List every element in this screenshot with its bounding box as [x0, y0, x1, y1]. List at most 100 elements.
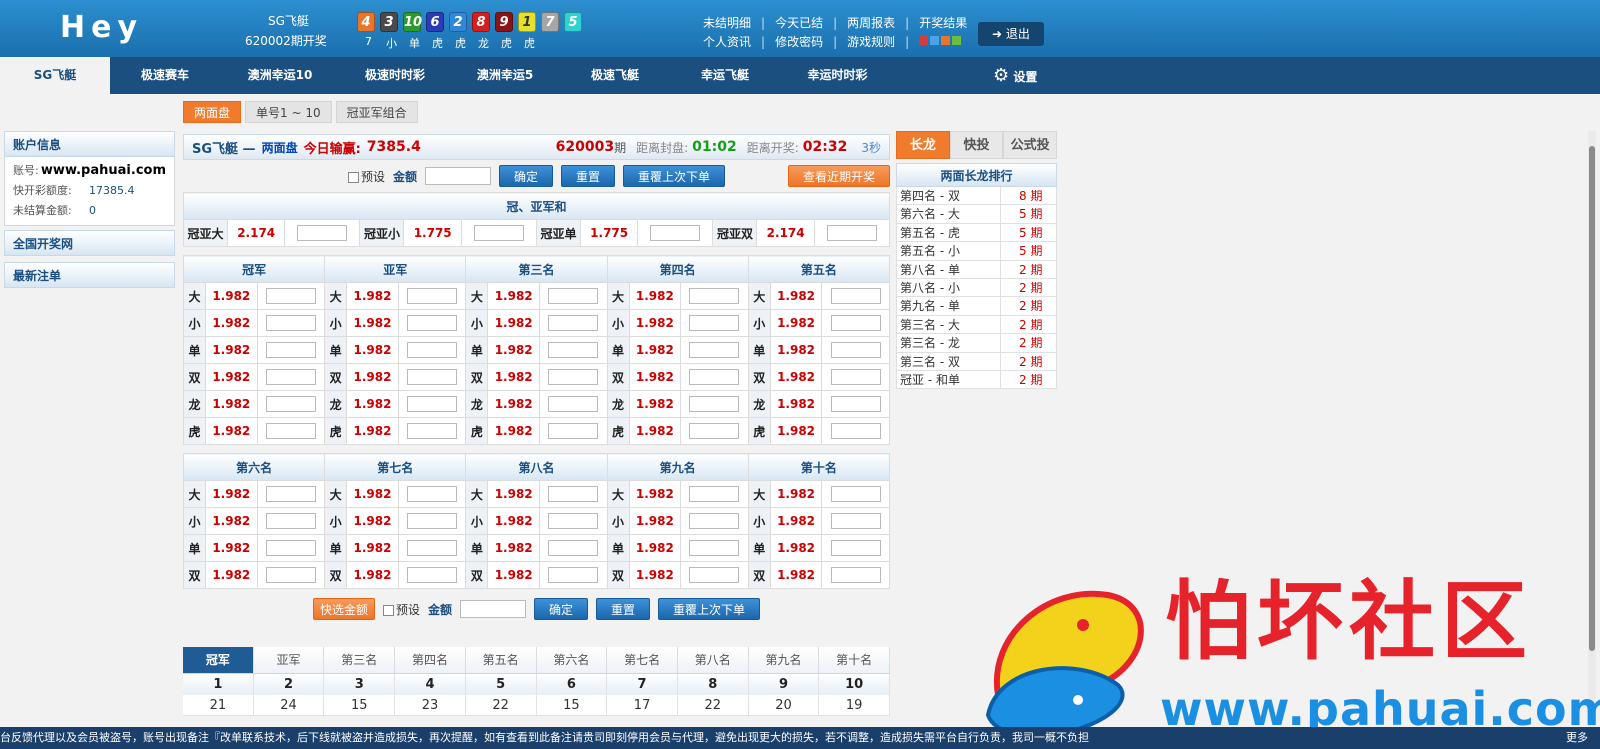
bet-odds[interactable]: 1.982 — [346, 480, 399, 508]
recent-results-button[interactable]: 查看近期开奖 — [787, 165, 890, 187]
bet-odds[interactable]: 1.982 — [346, 417, 399, 445]
bet-odds[interactable]: 1.982 — [487, 480, 540, 508]
bet-odds[interactable]: 1.982 — [205, 363, 258, 391]
sum-bet-amount-input[interactable] — [460, 219, 537, 247]
theme-swatches[interactable] — [919, 33, 977, 50]
bet-odds[interactable]: 1.982 — [628, 390, 682, 418]
bet-odds[interactable]: 1.982 — [487, 390, 540, 418]
bet-odds[interactable]: 1.982 — [628, 480, 682, 508]
bet-amount-input[interactable] — [680, 336, 749, 364]
bet-odds[interactable]: 1.982 — [628, 561, 682, 589]
bet-amount-input[interactable] — [256, 363, 326, 391]
bet-amount-input[interactable] — [680, 561, 749, 589]
sum-bet-amount-input[interactable] — [284, 219, 361, 247]
tab-quick-bet[interactable]: 快投 — [949, 131, 1004, 159]
link-profile[interactable]: 个人资讯 | — [703, 33, 775, 50]
bet-odds[interactable]: 1.982 — [769, 417, 823, 445]
preset-checkbox-bottom[interactable]: 预设 — [382, 601, 420, 618]
bet-odds[interactable]: 1.982 — [628, 507, 682, 535]
subtab-two-sides[interactable]: 两面盘 — [183, 101, 242, 123]
theme-color-swatch[interactable] — [919, 36, 929, 45]
bet-amount-input[interactable] — [680, 534, 749, 562]
tab-formula-bet[interactable]: 公式投 — [1003, 131, 1058, 159]
bet-amount-input[interactable] — [397, 534, 467, 562]
amount-input-bottom[interactable] — [460, 600, 526, 618]
bet-odds[interactable]: 1.982 — [346, 507, 399, 535]
history-tab[interactable]: 第六名 — [536, 647, 608, 673]
bet-odds[interactable]: 1.982 — [769, 363, 823, 391]
bet-odds[interactable]: 1.982 — [346, 390, 399, 418]
bet-odds[interactable]: 1.982 — [346, 282, 399, 310]
bet-odds[interactable]: 1.982 — [487, 336, 540, 364]
bet-odds[interactable]: 1.982 — [487, 561, 540, 589]
link-two-week-report[interactable]: 两周报表 | — [847, 14, 919, 31]
nav-tab-sg-airship[interactable]: SG飞艇 — [0, 57, 110, 94]
bet-odds[interactable]: 1.982 — [487, 309, 540, 337]
bet-odds[interactable]: 1.982 — [205, 417, 258, 445]
bet-odds[interactable]: 1.982 — [487, 417, 540, 445]
bet-odds[interactable]: 1.982 — [769, 309, 823, 337]
nav-tab-speed-ssc[interactable]: 极速时时彩 — [340, 57, 450, 94]
bet-odds[interactable]: 1.982 — [487, 534, 540, 562]
sidebar-link-results-site[interactable]: 全国开奖网 — [4, 230, 175, 256]
bet-amount-input[interactable] — [256, 507, 326, 535]
bet-amount-input[interactable] — [821, 390, 890, 418]
bet-amount-input[interactable] — [397, 417, 467, 445]
bet-odds[interactable]: 1.982 — [487, 282, 540, 310]
settings-button[interactable]: ⚙ 设置 — [993, 57, 1037, 94]
bet-amount-input[interactable] — [539, 390, 608, 418]
logout-button[interactable]: ➜ 退出 — [978, 22, 1044, 46]
bet-odds[interactable]: 1.982 — [487, 507, 540, 535]
bet-odds[interactable]: 1.982 — [346, 534, 399, 562]
bet-amount-input[interactable] — [821, 534, 890, 562]
subtab-single-number[interactable]: 单号1 ~ 10 — [245, 101, 332, 123]
bet-odds[interactable]: 1.982 — [205, 507, 258, 535]
link-today-settled[interactable]: 今天已结 | — [775, 14, 847, 31]
bet-amount-input[interactable] — [821, 417, 890, 445]
history-tab[interactable]: 第九名 — [748, 647, 820, 673]
bet-amount-input[interactable] — [821, 336, 890, 364]
subtab-champion-combo[interactable]: 冠亚军组合 — [335, 101, 418, 123]
nav-tab-lucky-airship[interactable]: 幸运飞艇 — [670, 57, 780, 94]
bet-odds[interactable]: 1.982 — [205, 534, 258, 562]
bet-amount-input[interactable] — [256, 534, 326, 562]
bet-amount-input[interactable] — [256, 390, 326, 418]
bet-amount-input[interactable] — [539, 534, 608, 562]
reset-button[interactable]: 重置 — [561, 165, 616, 187]
bet-amount-input[interactable] — [539, 507, 608, 535]
bet-amount-input[interactable] — [397, 390, 467, 418]
theme-color-swatch[interactable] — [941, 36, 951, 45]
repeat-last-bet-button-bottom[interactable]: 重覆上次下单 — [658, 598, 761, 620]
nav-tab-aus-lucky5[interactable]: 澳洲幸运5 — [450, 57, 560, 94]
bet-odds[interactable]: 1.982 — [628, 363, 682, 391]
bet-amount-input[interactable] — [821, 309, 890, 337]
bet-odds[interactable]: 1.982 — [628, 534, 682, 562]
sum-bet-odds[interactable]: 1.775 — [579, 219, 639, 247]
bet-amount-input[interactable] — [539, 561, 608, 589]
history-tab[interactable]: 第三名 — [324, 647, 396, 673]
announcement-more-link[interactable]: 更多 — [1558, 727, 1588, 749]
sum-bet-odds[interactable]: 2.174 — [226, 219, 286, 247]
bet-amount-input[interactable] — [821, 282, 890, 310]
confirm-button-bottom[interactable]: 确定 — [534, 598, 589, 620]
bet-amount-input[interactable] — [256, 480, 326, 508]
theme-color-swatch[interactable] — [952, 36, 962, 45]
reset-button-bottom[interactable]: 重置 — [596, 598, 651, 620]
bet-odds[interactable]: 1.982 — [769, 561, 823, 589]
bet-amount-input[interactable] — [539, 417, 608, 445]
bet-amount-input[interactable] — [256, 336, 326, 364]
bet-odds[interactable]: 1.982 — [769, 534, 823, 562]
link-change-password[interactable]: 修改密码 | — [775, 33, 847, 50]
bet-odds[interactable]: 1.982 — [205, 561, 258, 589]
confirm-button[interactable]: 确定 — [498, 165, 553, 187]
nav-tab-speed-airship[interactable]: 极速飞艇 — [560, 57, 670, 94]
bet-odds[interactable]: 1.982 — [628, 336, 682, 364]
refresh-timer[interactable]: 3秒 — [861, 139, 881, 156]
bet-odds[interactable]: 1.982 — [628, 417, 682, 445]
tab-long-dragon[interactable]: 长龙 — [896, 131, 950, 159]
nav-tab-speed-racing[interactable]: 极速赛车 — [110, 57, 220, 94]
history-tab[interactable]: 第七名 — [607, 647, 678, 673]
bet-amount-input[interactable] — [539, 282, 608, 310]
bet-odds[interactable]: 1.982 — [205, 390, 258, 418]
bet-odds[interactable]: 1.982 — [769, 282, 823, 310]
